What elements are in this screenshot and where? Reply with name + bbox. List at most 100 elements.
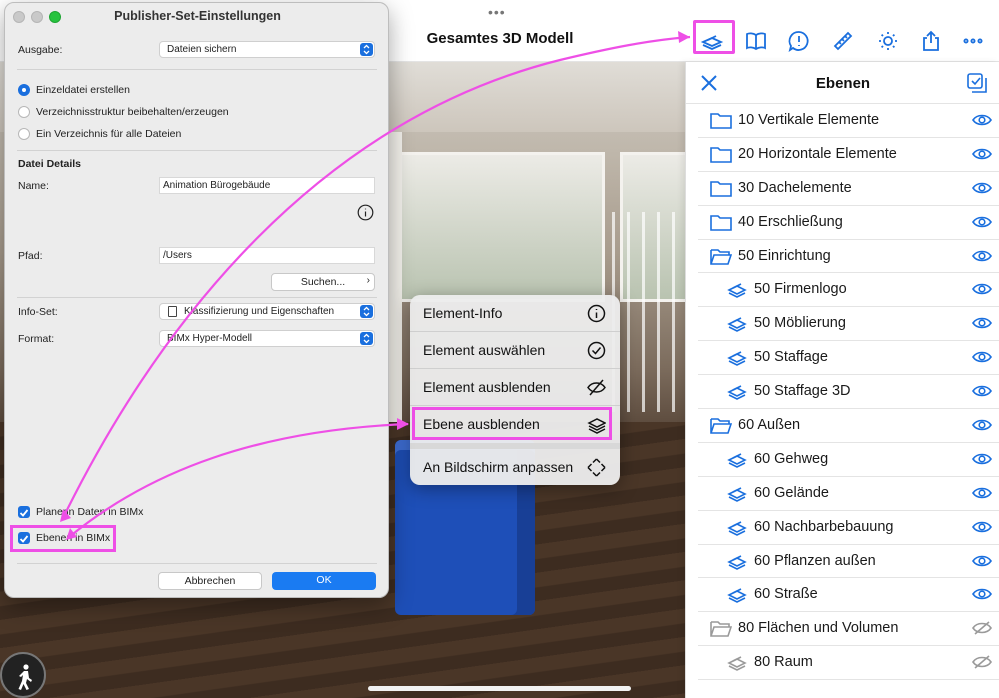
layer-row[interactable]: 60 Straße	[698, 578, 999, 613]
layers-list: 10 Vertikale Elemente 20 Horizontale Elem…	[686, 104, 999, 681]
home-indicator[interactable]	[368, 686, 631, 691]
select-all-layers-icon[interactable]	[966, 72, 988, 94]
folder-icon	[710, 179, 732, 197]
folder-icon	[710, 145, 732, 163]
context-menu-label: Element auswählen	[423, 342, 546, 358]
multitask-dots[interactable]: •••	[488, 4, 506, 20]
layer-row[interactable]: 80 Flächen und Volumen	[698, 612, 999, 647]
divider	[17, 69, 377, 70]
ausgabe-select[interactable]: Dateien sichern	[159, 41, 375, 58]
eye-icon[interactable]	[972, 587, 992, 601]
eye-icon[interactable]	[972, 282, 992, 296]
eye-icon[interactable]	[972, 181, 992, 195]
eye-slash-icon	[587, 378, 606, 397]
folder-open-icon	[710, 619, 733, 638]
walk-mode-button[interactable]	[0, 652, 46, 698]
eye-slash-icon[interactable]	[972, 621, 992, 635]
radio-einzeldatei-label: Einzeldatei erstellen	[36, 84, 130, 96]
layer-icon	[726, 585, 748, 604]
dialog-title: Publisher-Set-Einstellungen	[114, 9, 281, 23]
format-value: BIMx Hyper-Modell	[167, 333, 253, 344]
folder-icon	[710, 111, 732, 129]
layer-label: 10 Vertikale Elemente	[738, 112, 880, 128]
context-menu-item[interactable]: An Bildschirm anpassen	[410, 449, 620, 485]
eye-icon[interactable]	[972, 452, 992, 466]
layer-row[interactable]: 20 Horizontale Elemente	[698, 138, 999, 172]
more-icon[interactable]	[958, 26, 988, 56]
document-icon	[168, 306, 177, 317]
eye-icon[interactable]	[972, 215, 992, 229]
eye-icon[interactable]	[972, 147, 992, 161]
layer-row[interactable]: 60 Pflanzen außen	[698, 545, 999, 579]
eye-icon[interactable]	[972, 418, 992, 432]
divider	[17, 563, 377, 564]
eye-icon[interactable]	[972, 249, 992, 263]
suchen-button[interactable]: Suchen... ›	[271, 273, 375, 291]
context-menu-item[interactable]: Element-Info	[410, 295, 620, 332]
layer-row[interactable]: 50 Möblierung	[698, 307, 999, 342]
layer-icon	[726, 484, 748, 502]
layer-label: 50 Staffage	[754, 349, 828, 366]
eye-slash-icon[interactable]	[972, 655, 992, 669]
checkbox-planer-daten[interactable]	[18, 506, 30, 518]
name-field[interactable]: Animation Bürogebäude	[159, 177, 375, 194]
layer-row[interactable]: 10 Vertikale Elemente	[698, 104, 999, 138]
layer-row[interactable]: 30 Dachelemente	[698, 172, 999, 206]
dialog-titlebar: Publisher-Set-Einstellungen	[5, 3, 388, 29]
pfad-field[interactable]: /Users	[159, 247, 375, 264]
eye-icon[interactable]	[972, 384, 992, 398]
eye-icon[interactable]	[972, 316, 992, 330]
book-icon[interactable]	[741, 26, 771, 56]
layer-label: 60 Straße	[754, 586, 818, 603]
layer-label: 80 Flächen und Volumen	[738, 620, 899, 637]
infoset-select[interactable]: Klassifizierung und Eigenschaften	[159, 303, 375, 320]
eye-icon[interactable]	[972, 113, 992, 127]
chevron-right-icon: ›	[366, 275, 370, 286]
layer-row[interactable]: 50 Staffage 3D	[698, 375, 999, 410]
layer-label: 80 Raum	[754, 654, 813, 671]
layer-label: 60 Gehweg	[754, 450, 829, 467]
layer-row[interactable]: 50 Einrichtung	[698, 240, 999, 274]
eye-icon[interactable]	[972, 520, 992, 534]
radio-ein-verzeichnis[interactable]	[18, 128, 30, 140]
folder-icon	[710, 213, 732, 231]
divider	[17, 297, 377, 298]
context-menu-item[interactable]: Element auswählen	[410, 332, 620, 369]
cancel-button[interactable]: Abbrechen	[158, 572, 262, 590]
eye-icon[interactable]	[972, 486, 992, 500]
layer-label: 60 Pflanzen außen	[754, 552, 876, 569]
context-menu-label: Element ausblenden	[423, 379, 551, 395]
layer-icon	[726, 348, 748, 367]
info-icon[interactable]	[357, 204, 374, 221]
eye-icon[interactable]	[972, 554, 992, 568]
radio-einzeldatei[interactable]	[18, 84, 30, 96]
model-title: Gesamtes 3D Modell	[426, 30, 574, 47]
layer-icon	[726, 552, 748, 570]
ruler-icon[interactable]	[828, 26, 858, 56]
checkbox-planer-daten-label: Planerin Daten in BIMx	[36, 506, 144, 518]
format-select[interactable]: BIMx Hyper-Modell	[159, 330, 375, 347]
info-bubble-icon[interactable]	[784, 26, 814, 56]
chevron-updown-icon	[360, 332, 373, 345]
ebene-ausblenden-highlight	[412, 407, 612, 440]
layer-label: 50 Einrichtung	[738, 247, 831, 264]
radio-verzeichnisstruktur[interactable]	[18, 106, 30, 118]
folder-open-icon	[710, 416, 733, 434]
layer-row[interactable]: 60 Nachbarbebauung	[698, 511, 999, 545]
format-label: Format:	[18, 333, 55, 345]
context-menu: Element-Info Element auswählen Element aus…	[410, 295, 620, 485]
layer-row[interactable]: 80 Raum	[698, 646, 999, 681]
layer-row[interactable]: 50 Firmenlogo	[698, 273, 999, 308]
sun-icon[interactable]	[873, 26, 903, 56]
layer-row[interactable]: 60 Außen	[698, 409, 999, 443]
layer-row[interactable]: 60 Gehweg	[698, 443, 999, 477]
share-icon[interactable]	[916, 26, 946, 56]
ok-button[interactable]: OK	[272, 572, 376, 590]
context-menu-item[interactable]: Element ausblenden	[410, 369, 620, 406]
eye-icon[interactable]	[972, 350, 992, 364]
layer-label: 40 Erschließung	[738, 213, 843, 230]
layer-row[interactable]: 50 Staffage	[698, 341, 999, 376]
layer-row[interactable]: 60 Gelände	[698, 477, 999, 511]
layer-row[interactable]: 40 Erschließung	[698, 206, 999, 240]
scene-window	[395, 152, 605, 302]
